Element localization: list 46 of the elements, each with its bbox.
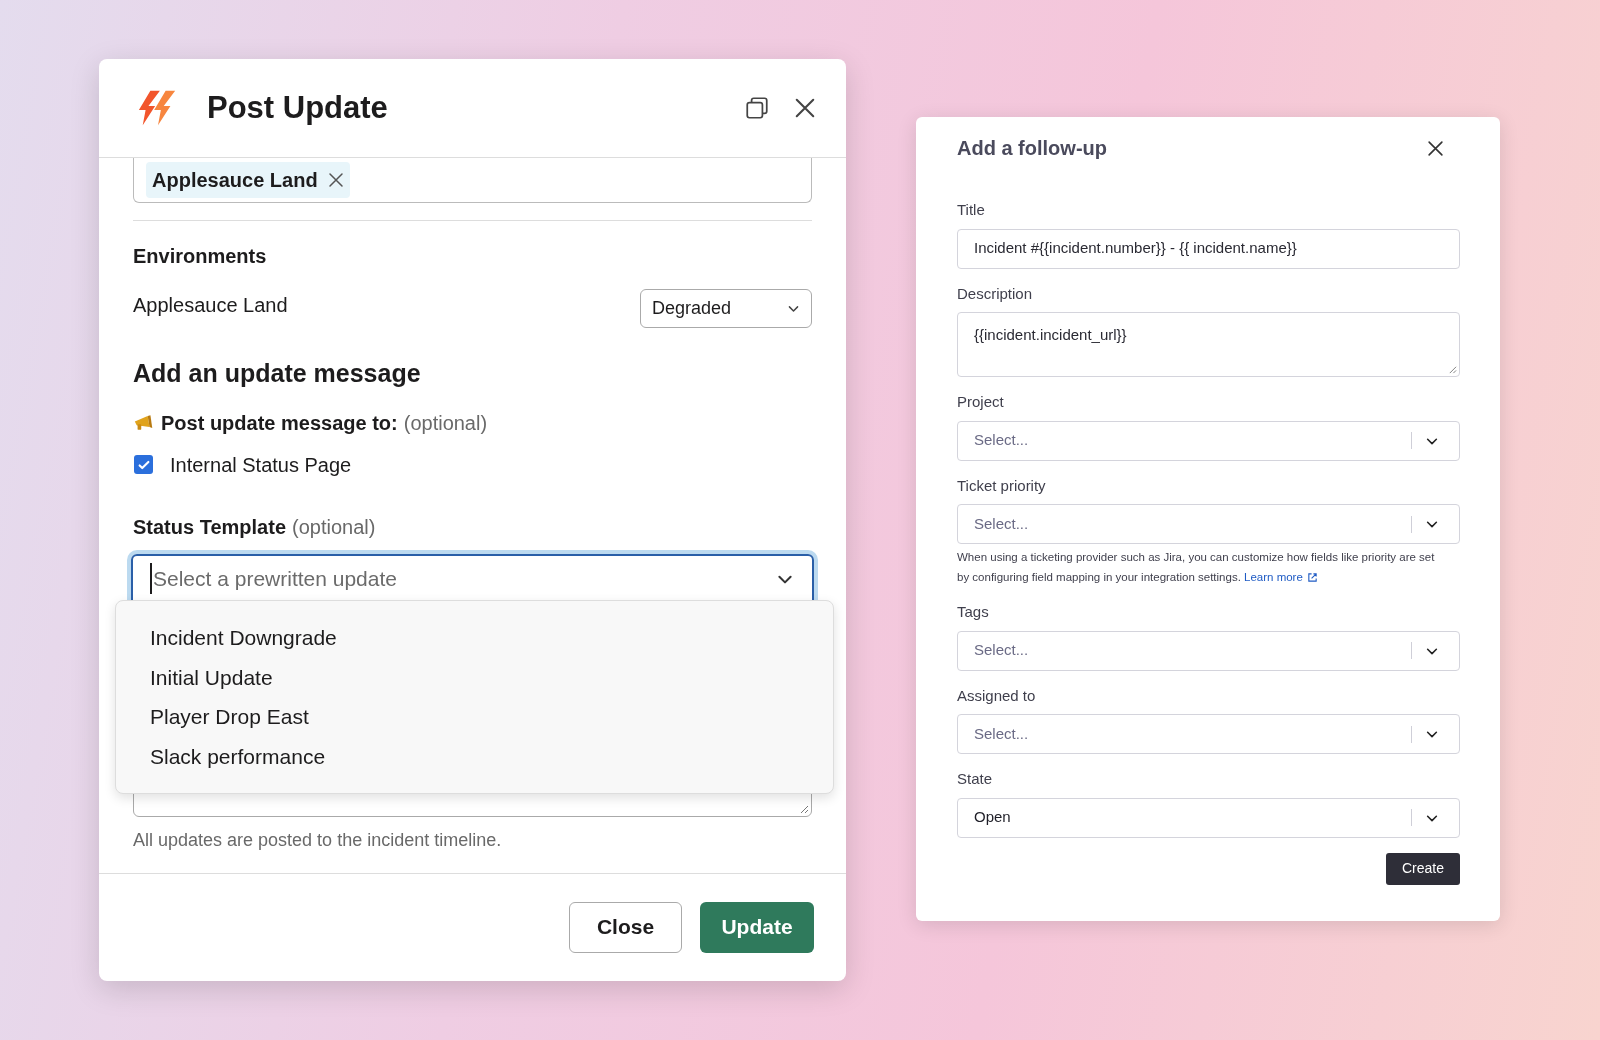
field-label: Assigned to [957,685,1037,706]
menu-item[interactable]: Initial Update [116,657,833,697]
environment-name: Applesauce Land [133,292,288,318]
close-icon[interactable] [1427,139,1444,157]
field-label: Project [957,392,1005,412]
megaphone-icon [133,413,155,432]
menu-item[interactable]: Slack performance [116,736,833,776]
title-input[interactable]: Incident #{{incident.number}} - {{ incident.name}} [957,228,1460,269]
select-field[interactable]: Select... [957,504,1460,544]
copy-icon[interactable] [744,95,770,121]
tag-label: Applesauce Land [152,168,318,193]
field-label: State [957,769,994,789]
optional-note: (optional) [292,514,376,540]
field-label: Description [957,283,1034,304]
checkbox[interactable] [134,455,153,474]
section-heading: Add an update message [133,358,422,389]
field-label: Status Template [133,514,286,540]
tag-field[interactable]: Applesauce Land [133,158,812,203]
helper-text: All updates are posted to the incident timeline. [133,828,503,852]
update-button[interactable]: Update [700,901,814,953]
dialog-title: Post Update [207,88,388,127]
select-field[interactable]: Select... [957,714,1460,754]
remove-icon[interactable] [327,172,344,188]
resize-grip-icon[interactable] [799,803,809,814]
select-field[interactable]: Select... [957,420,1460,461]
resize-grip-icon[interactable] [1448,365,1457,374]
menu-item[interactable]: Incident Downgrade [116,618,833,658]
section-heading: Environments [133,244,268,269]
optional-note: (optional) [403,410,488,436]
field-label: Tags [957,602,990,622]
checkbox-label: Internal Status Page [170,452,352,478]
learn-more-link[interactable]: Learn more [1244,567,1318,587]
help-text: When using a ticketing provider such as Jira, you can customize how fields like priority are set by configuring field mapping in your integration settings. Learn more [957,547,1439,587]
field-label: Post update message to: [161,410,398,436]
description-textarea[interactable]: {{incident.incident_url}} [957,312,1460,377]
select-field[interactable]: Open [957,797,1460,838]
close-icon[interactable] [794,97,816,119]
dialog-title: Add a follow-up [957,136,1107,161]
status-select[interactable]: Degraded [640,289,812,328]
field-label: Ticket priority [957,475,1047,496]
select-field[interactable]: Select... [957,630,1460,671]
menu-item[interactable]: Player Drop East [116,697,833,737]
create-button[interactable]: Create [1385,852,1460,885]
field-label: Title [957,200,986,220]
close-button[interactable]: Close [569,901,682,953]
external-link-icon [1306,571,1318,583]
